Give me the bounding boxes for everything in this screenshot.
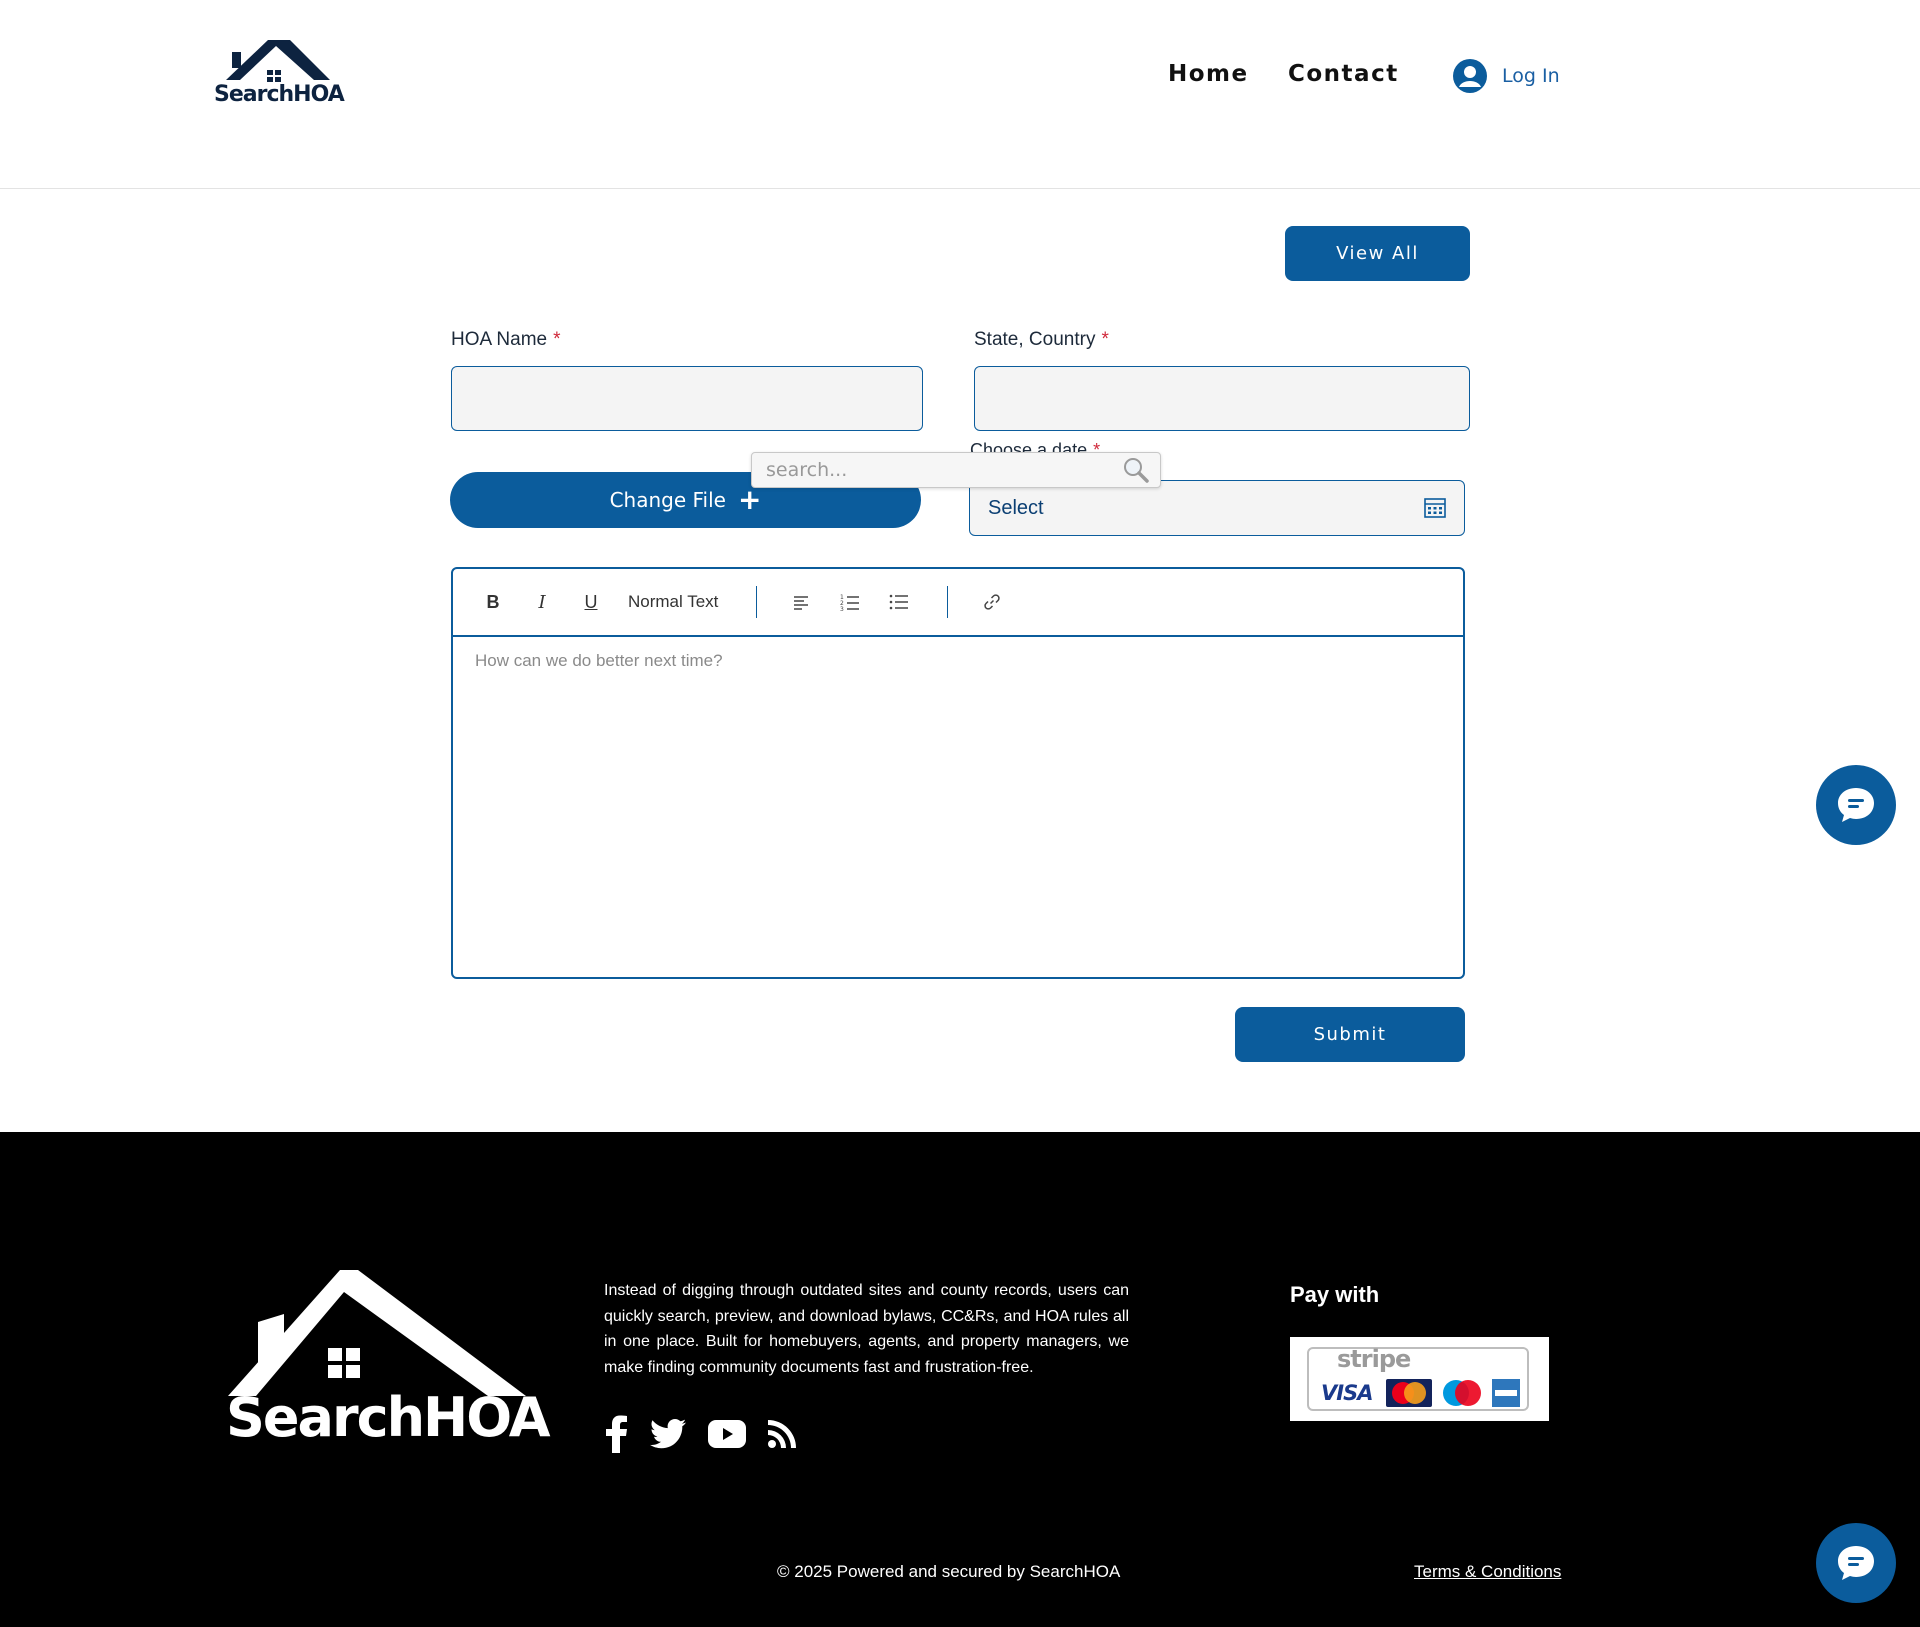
house-logo-icon — [226, 40, 330, 82]
house-logo-icon — [228, 1270, 526, 1396]
youtube-icon[interactable] — [708, 1420, 746, 1448]
site-logo[interactable]: SearchHOA — [212, 38, 345, 114]
state-country-label: State, Country * — [974, 329, 1109, 351]
toolbar-divider — [947, 586, 949, 618]
chat-button[interactable] — [1816, 1523, 1896, 1603]
hoa-name-input[interactable] — [451, 366, 923, 431]
feedback-editor: B I U Normal Text 1 2 3 — [451, 567, 1465, 979]
date-picker[interactable]: Select — [969, 480, 1465, 536]
numbered-list-button[interactable]: 1 2 3 — [830, 582, 870, 622]
required-mark: * — [553, 329, 561, 350]
editor-toolbar: B I U Normal Text 1 2 3 — [453, 569, 1463, 637]
calendar-icon[interactable] — [1424, 498, 1446, 518]
visa-logo: VISA — [1321, 1381, 1373, 1405]
hoa-name-label: HOA Name * — [451, 329, 561, 351]
facebook-icon[interactable] — [606, 1415, 628, 1453]
state-country-label-text: State, Country — [974, 329, 1096, 350]
state-country-input[interactable] — [974, 366, 1470, 431]
change-file-label: Change File — [609, 488, 726, 512]
link-icon — [984, 594, 1001, 610]
feedback-textarea[interactable] — [473, 649, 1443, 963]
nav-contact[interactable]: Contact — [1288, 61, 1399, 87]
bullet-list-icon — [890, 594, 909, 610]
nav-home[interactable]: Home — [1168, 61, 1249, 87]
card-logos: VISA — [1321, 1379, 1527, 1407]
view-all-button[interactable]: View All — [1285, 226, 1470, 281]
search-overlay — [751, 452, 1161, 488]
align-left-icon — [794, 596, 809, 610]
footer-logo[interactable]: SearchHOA — [222, 1268, 550, 1449]
hoa-name-label-text: HOA Name — [451, 329, 548, 350]
amex-icon — [1492, 1379, 1521, 1407]
copyright-text: © 2025 Powered and secured by SearchHOA — [777, 1562, 1121, 1581]
required-mark: * — [1101, 329, 1109, 350]
stripe-logo: stripe — [1337, 1345, 1411, 1373]
login-label: Log In — [1502, 65, 1560, 87]
terms-link[interactable]: Terms & Conditions — [1414, 1562, 1561, 1582]
plus-icon: + — [737, 483, 762, 516]
payment-methods-badge: stripe VISA — [1290, 1337, 1549, 1421]
login-button[interactable]: Log In — [1453, 58, 1560, 94]
chat-icon — [1838, 788, 1874, 822]
bold-button[interactable]: B — [473, 582, 513, 622]
logo-wordmark: SearchHOA — [214, 82, 345, 107]
submit-button[interactable]: Submit — [1235, 1007, 1465, 1062]
text-style-dropdown[interactable]: Normal Text — [628, 592, 718, 612]
rss-icon[interactable] — [768, 1420, 796, 1448]
date-picker-value: Select — [988, 496, 1044, 519]
bullet-list-button[interactable] — [879, 582, 919, 622]
footer-description: Instead of digging through outdated site… — [604, 1282, 1129, 1376]
user-avatar-icon — [1453, 59, 1487, 93]
maestro-icon — [1443, 1380, 1482, 1406]
payment-badge-frame: stripe VISA — [1307, 1345, 1529, 1411]
social-links — [606, 1415, 818, 1453]
search-input[interactable] — [764, 458, 1122, 482]
search-icon[interactable] — [1122, 456, 1150, 484]
align-left-button[interactable] — [781, 582, 821, 622]
mastercard-icon — [1386, 1379, 1433, 1407]
numbered-list-icon: 1 2 3 — [840, 594, 860, 612]
link-button[interactable] — [972, 582, 1012, 622]
footer-logo-wordmark: SearchHOA — [226, 1386, 550, 1449]
twitter-icon[interactable] — [650, 1419, 686, 1449]
svg-text:3: 3 — [840, 606, 844, 612]
pay-with-title: Pay with — [1290, 1282, 1380, 1307]
chat-icon — [1838, 1546, 1874, 1580]
underline-button[interactable]: U — [571, 582, 611, 622]
chat-button[interactable] — [1816, 765, 1896, 845]
italic-button[interactable]: I — [522, 582, 562, 622]
toolbar-divider — [756, 586, 758, 618]
